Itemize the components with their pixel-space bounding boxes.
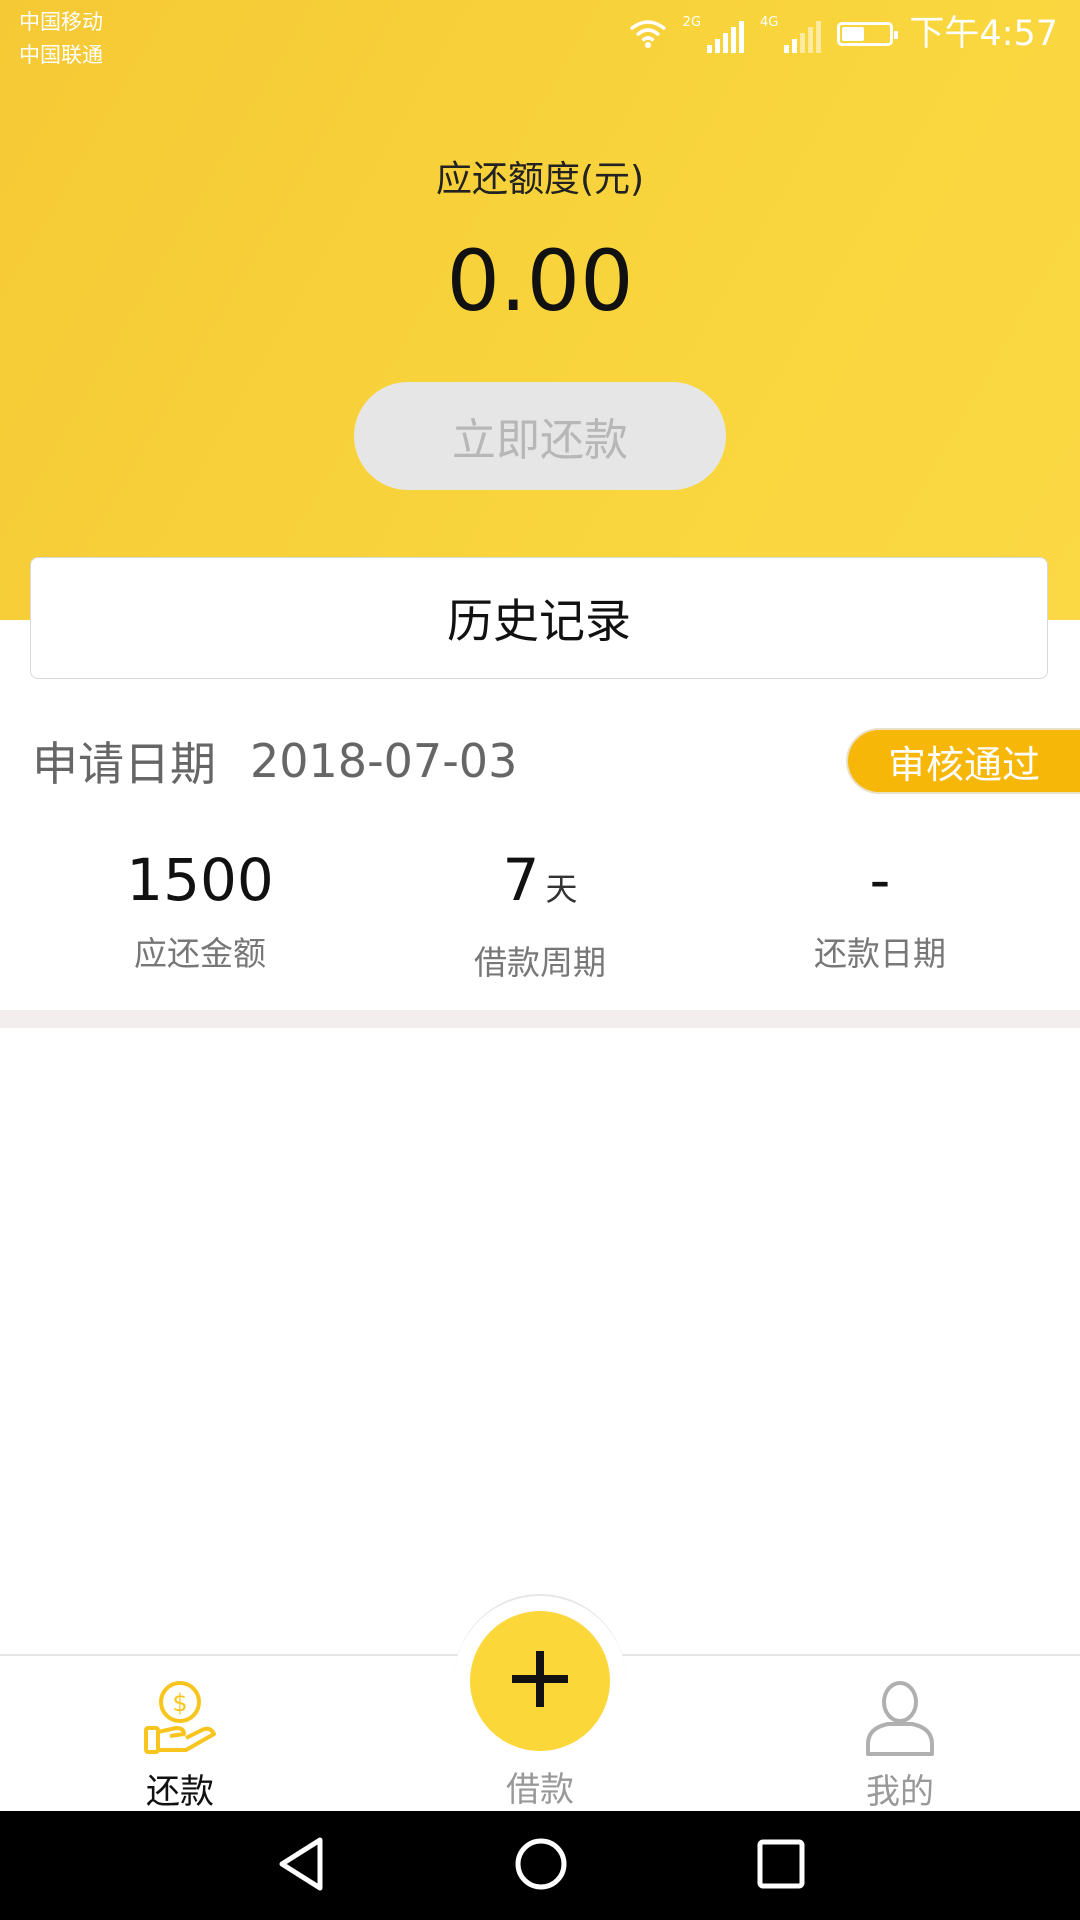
carrier-info: 中国移动 中国联通 [19,6,103,72]
status-indicators: 2G 4G 下午4:57 [629,14,1058,54]
stat-amount-due: 1500 应还金额 [30,845,370,975]
tab-label: 我的 [866,1772,934,1812]
status-badge: 审核通过 [846,728,1080,794]
stat-loan-period: 7天 借款周期 [370,845,710,984]
stat-value: 7 [502,846,540,914]
carrier-2: 中国联通 [19,43,103,67]
stat-unit: 天 [545,870,578,908]
back-icon[interactable] [276,1836,326,1896]
tab-repay[interactable]: $ 还款 [60,1656,300,1813]
tab-borrow-label[interactable]: 借款 [420,1762,660,1811]
tab-borrow-button[interactable] [470,1611,610,1751]
application-date-row: 申请日期 2018-07-03 [32,728,517,794]
tab-label: 还款 [146,1772,214,1812]
tab-mine[interactable]: 我的 [780,1656,1020,1813]
history-button[interactable]: 历史记录 [30,557,1048,679]
svg-text:$: $ [172,1689,187,1717]
repay-hand-coin-icon: $ [140,1678,220,1760]
battery-icon [837,22,899,46]
application-date-value: 2018-07-03 [250,734,518,788]
stat-repay-date: - 还款日期 [710,845,1050,975]
stat-value: 1500 [126,846,274,914]
signal-4g-icon: 4G [760,15,822,53]
recents-icon[interactable] [756,1836,806,1896]
plus-icon [510,1649,570,1713]
header-banner: 中国移动 中国联通 2G 4G 下午4:57 应还额度(元) 0.00 立即还款 [0,0,1080,620]
stat-value: - [869,846,891,914]
due-amount-value: 0.00 [446,232,634,330]
wifi-icon [629,19,667,49]
section-divider [0,1010,1080,1028]
stat-label: 应还金额 [134,934,266,973]
system-nav-bar [0,1811,1080,1920]
stat-label: 借款周期 [474,943,606,982]
repay-now-button[interactable]: 立即还款 [354,382,726,490]
home-icon[interactable] [514,1836,568,1896]
user-icon [864,1678,936,1762]
stat-label: 还款日期 [814,934,946,973]
status-bar: 中国移动 中国联通 2G 4G 下午4:57 [0,0,1080,80]
loan-stats: 1500 应还金额 7天 借款周期 - 还款日期 [0,845,1080,985]
carrier-1: 中国移动 [19,10,103,34]
signal-2g-icon: 2G [683,15,745,53]
due-amount-label: 应还额度(元) [435,159,645,200]
application-date-label: 申请日期 [32,737,216,791]
clock: 下午4:57 [909,14,1058,54]
